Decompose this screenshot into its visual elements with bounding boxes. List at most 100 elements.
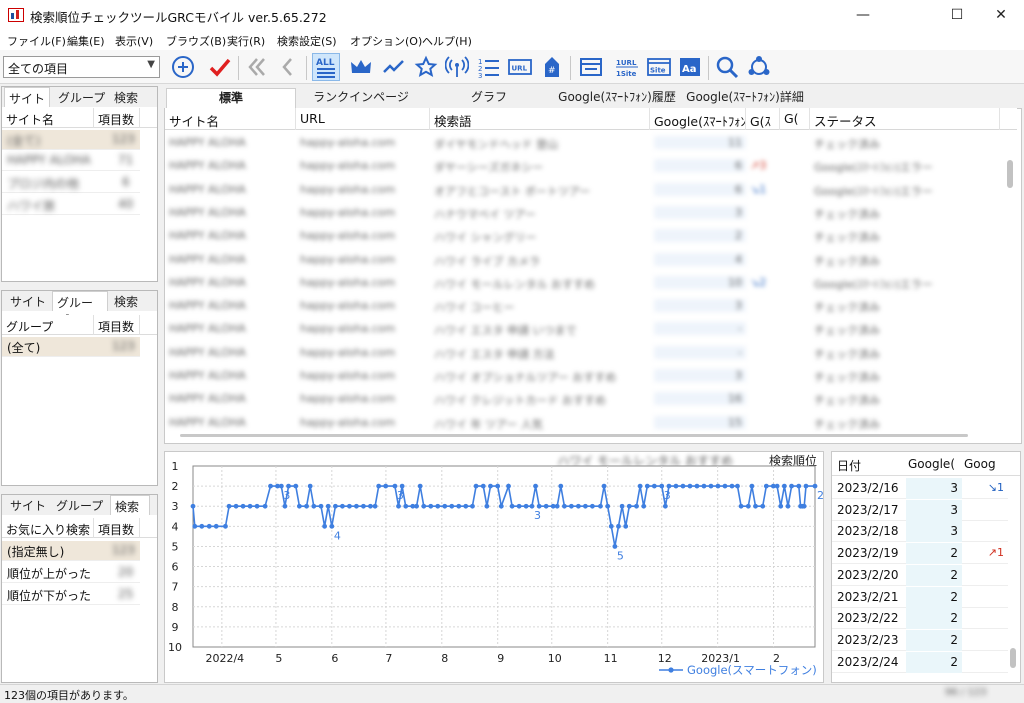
column-keyword[interactable]: 検索語: [430, 108, 650, 130]
history-row[interactable]: 2023/2/17 3: [832, 499, 1008, 521]
tab-search[interactable]: 検索: [110, 495, 150, 515]
tab-graph[interactable]: グラフ: [426, 88, 552, 108]
tab-group[interactable]: グループ: [52, 291, 108, 327]
history-row[interactable]: 2023/2/18 3: [832, 521, 1008, 543]
maximize-button[interactable]: ☐: [934, 0, 980, 30]
menu-options[interactable]: オプション(O): [350, 33, 422, 49]
cell-url: happy-aloha.com: [300, 392, 396, 406]
table-row[interactable]: HAPPY ALOHA happy-aloha.com ハワイ シャングリー 2 チェッ…: [165, 225, 1005, 249]
tab-site[interactable]: サイト: [6, 291, 52, 311]
horizontal-scrollbar[interactable]: [180, 434, 968, 437]
menu-help[interactable]: ヘルプ(H): [422, 33, 472, 49]
mobile-signal-button[interactable]: [443, 53, 471, 81]
menu-file[interactable]: ファイル(F): [7, 33, 66, 49]
prev-button[interactable]: [274, 53, 302, 81]
list-item[interactable]: 順位が下がった 25: [2, 585, 140, 605]
table-row[interactable]: HAPPY ALOHA happy-aloha.com ハワイ コーヒー 3 チェック済…: [165, 295, 1005, 319]
table-row[interactable]: HAPPY ALOHA happy-aloha.com ハワイ エスタ 申請 方法 -…: [165, 342, 1005, 366]
tab-google-sp-detail[interactable]: Google(ｽﾏｰﾄﾌｫﾝ)詳細: [680, 88, 810, 108]
column-favorite-search[interactable]: お気に入り検索: [2, 518, 94, 538]
history-row[interactable]: 2023/2/22 2: [832, 608, 1008, 630]
history-row[interactable]: 2023/2/19 2 ↗1: [832, 543, 1008, 565]
tab-site[interactable]: サイト: [4, 87, 50, 107]
tab-group[interactable]: グループ: [52, 495, 108, 515]
app-icon: [8, 8, 24, 22]
history-row[interactable]: 2023/2/24 2: [832, 651, 1008, 673]
list-item[interactable]: (全て) 123: [2, 337, 140, 357]
vertical-scrollbar[interactable]: [1007, 160, 1013, 188]
search-button[interactable]: [713, 53, 741, 81]
font-button[interactable]: Aa: [676, 53, 704, 81]
column-google-sp-extra[interactable]: G(: [780, 108, 810, 130]
table-row[interactable]: HAPPY ALOHA happy-aloha.com ハナウマベイ ツアー 3 チェッ…: [165, 202, 1005, 226]
share-button[interactable]: [745, 53, 773, 81]
list-item[interactable]: ハワイ旅 40: [2, 195, 140, 215]
favorite-button[interactable]: [412, 53, 440, 81]
table-row[interactable]: HAPPY ALOHA happy-aloha.com ダイヤモンドヘッド 登山 11…: [165, 132, 1005, 156]
menu-browse[interactable]: ブラウズ(B): [166, 33, 226, 49]
item-filter-select[interactable]: 全ての項目 ▼: [3, 56, 160, 78]
group-name: (全て): [7, 341, 41, 355]
check-button[interactable]: [206, 53, 234, 81]
close-button[interactable]: ✕: [978, 0, 1024, 30]
table-row[interactable]: HAPPY ALOHA happy-aloha.com ハワイ クレジットカード お…: [165, 388, 1005, 412]
site-button[interactable]: Site: [645, 53, 673, 81]
history-date: 2023/2/16: [837, 481, 899, 495]
crown-button[interactable]: [347, 53, 375, 81]
ranking-list-button[interactable]: 123: [475, 53, 503, 81]
all-items-button[interactable]: ALL: [312, 53, 340, 81]
table-row[interactable]: HAPPY ALOHA happy-aloha.com ダヤーシーズガネシー 6 ↗3 G…: [165, 155, 1005, 179]
minimize-button[interactable]: —: [840, 0, 886, 30]
history-row[interactable]: 2023/2/23 2: [832, 629, 1008, 651]
column-item-count[interactable]: 項目数: [94, 315, 140, 335]
column-google-sp-change[interactable]: Goog: [964, 457, 1000, 471]
one-url-one-site-button[interactable]: 1URL 1Site: [613, 53, 641, 81]
tab-search[interactable]: 検索: [110, 291, 150, 311]
column-google-sp[interactable]: Google(: [908, 457, 960, 471]
table-row[interactable]: HAPPY ALOHA happy-aloha.com ハワイ エスタ 申請 いつま…: [165, 318, 1005, 342]
list-item[interactable]: 順位が上がった 20: [2, 563, 140, 583]
history-row[interactable]: 2023/2/21 2: [832, 586, 1008, 608]
column-google-sp[interactable]: Google(ｽﾏｰﾄﾌｫﾝ: [650, 108, 746, 130]
column-site-name[interactable]: サイト名: [2, 108, 94, 128]
tab-standard[interactable]: 標準: [166, 88, 296, 108]
menu-edit[interactable]: 編集(E): [67, 33, 105, 49]
tab-google-sp-history[interactable]: Google(ｽﾏｰﾄﾌｫﾝ)履歴: [554, 88, 680, 108]
column-status[interactable]: ステータス: [810, 108, 1000, 130]
menu-search-settings[interactable]: 検索設定(S): [277, 33, 337, 49]
window-layout-button[interactable]: [577, 53, 605, 81]
table-row[interactable]: HAPPY ALOHA happy-aloha.com オアフとコースト ボートツア…: [165, 179, 1005, 203]
column-group[interactable]: グループ: [2, 315, 94, 335]
url-button[interactable]: URL: [506, 53, 534, 81]
list-item[interactable]: (全て) 123: [2, 130, 140, 150]
column-url[interactable]: URL: [296, 108, 430, 130]
table-row[interactable]: HAPPY ALOHA happy-aloha.com ハワイ モールレンタル おす…: [165, 272, 1005, 296]
tab-rank-in-page[interactable]: ランクインページ: [298, 88, 424, 108]
column-site-name[interactable]: サイト名: [165, 108, 296, 130]
add-button[interactable]: [169, 53, 197, 81]
trend-button[interactable]: [380, 53, 408, 81]
column-date[interactable]: 日付: [837, 457, 902, 474]
tab-group[interactable]: グループ: [54, 87, 110, 107]
menu-view[interactable]: 表示(V): [115, 33, 153, 49]
column-item-count[interactable]: 項目数: [94, 108, 140, 128]
history-row[interactable]: 2023/2/20 2: [832, 564, 1008, 586]
y-tick-label: 6: [172, 561, 179, 574]
menu-bar: [0, 30, 1024, 50]
tab-site[interactable]: サイト: [6, 495, 52, 515]
table-row[interactable]: HAPPY ALOHA happy-aloha.com ハワイ ライブ カメラ 4 チェ…: [165, 249, 1005, 273]
column-item-count[interactable]: 項目数: [94, 518, 140, 538]
history-scrollbar[interactable]: [1010, 648, 1016, 668]
list-item[interactable]: (指定無し) 123: [2, 541, 140, 561]
tag-button[interactable]: #: [538, 53, 566, 81]
table-row[interactable]: HAPPY ALOHA happy-aloha.com ハワイ 年 ツアー 人気 15…: [165, 412, 1005, 436]
first-button[interactable]: [243, 53, 271, 81]
data-point: [763, 483, 769, 489]
list-item[interactable]: プロジ内の他 6: [2, 173, 140, 193]
menu-run[interactable]: 実行(R): [227, 33, 265, 49]
list-item[interactable]: HAPPY ALOHA 71: [2, 151, 140, 171]
column-google-sp-diff[interactable]: G(ｽ: [746, 108, 780, 130]
table-row[interactable]: HAPPY ALOHA happy-aloha.com ハワイ オプショナルツアー …: [165, 365, 1005, 389]
tab-search[interactable]: 検索: [110, 87, 150, 107]
history-row[interactable]: 2023/2/16 3 ↘1: [832, 478, 1008, 499]
